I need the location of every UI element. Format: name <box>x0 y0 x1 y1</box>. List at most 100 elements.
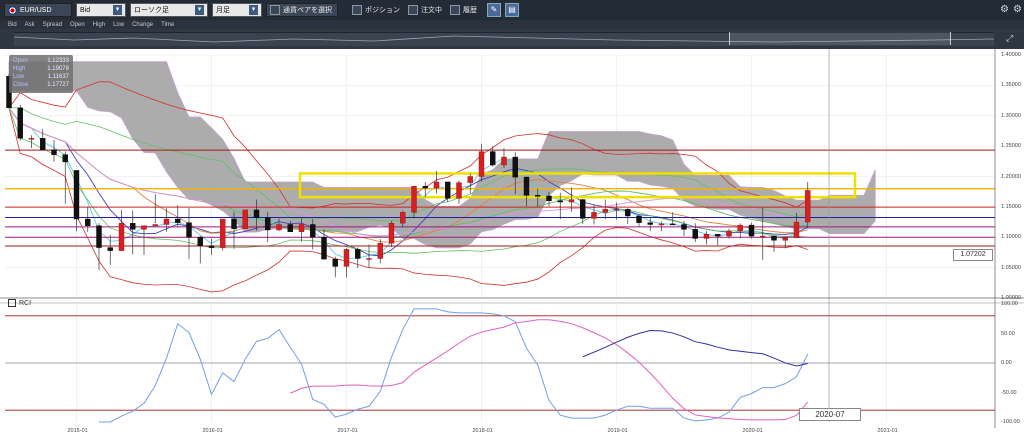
candle-body <box>501 156 507 166</box>
candle-body <box>130 223 136 230</box>
rci-panel-label: RCI <box>8 299 31 307</box>
candle-body <box>253 209 260 219</box>
candle-body <box>568 199 575 203</box>
candle-body <box>422 186 428 189</box>
candle-body <box>737 224 743 232</box>
time-tick-label: 2019-01 <box>607 428 628 434</box>
candle-body <box>580 199 586 219</box>
time-tick-label: 2016-01 <box>202 428 223 434</box>
legend-time: Time <box>161 21 175 28</box>
rci-toggle-icon[interactable] <box>8 299 16 307</box>
legend-high: High <box>92 21 106 28</box>
rci-label-text: RCI <box>19 299 32 307</box>
legend-open: Open <box>70 21 85 28</box>
candle-body <box>265 217 271 231</box>
position-toggle[interactable]: ポジション <box>352 3 400 17</box>
candle-body <box>355 249 361 259</box>
legend-change: Change <box>132 21 154 28</box>
candle-body <box>445 181 451 199</box>
close-label: Close <box>13 82 29 88</box>
candle-body <box>625 209 631 217</box>
candle-body <box>118 223 125 251</box>
candle-body <box>647 222 653 225</box>
candle-body <box>208 245 215 248</box>
navigator-strip[interactable]: ⤢ <box>0 29 1024 49</box>
chevron-down-icon: ▾ <box>249 5 258 15</box>
price-tick-label: 1.10000 <box>1001 234 1021 241</box>
price-tick-label: 1.15000 <box>1001 203 1021 210</box>
candle-body <box>343 249 350 267</box>
price-legend-bar: Bid Ask Spread Open High Low Change Time <box>0 20 1024 29</box>
candle-body <box>782 237 788 241</box>
candle-body <box>152 224 158 226</box>
period-select[interactable]: 月足 ▾ <box>212 3 262 17</box>
orders-toggle[interactable]: 注文中 <box>408 3 442 17</box>
select-pair-label: 通貨ペアを選択 <box>283 7 332 14</box>
candle-body <box>546 195 552 202</box>
low-label: Low <box>13 74 25 80</box>
candle-body <box>512 156 518 178</box>
price-tick-label: 1.30000 <box>1001 112 1021 119</box>
time-tick-label: 2018-01 <box>472 428 493 434</box>
main-chart[interactable] <box>0 49 1024 436</box>
candle-body <box>96 225 102 248</box>
orders-checkbox[interactable] <box>408 5 418 15</box>
drawing-tools-icon[interactable]: ✎ <box>487 3 501 17</box>
price-tick-label: 1.20000 <box>1001 173 1021 180</box>
chevron-down-icon: ▾ <box>113 5 122 15</box>
candle-body <box>231 218 237 229</box>
chart-type-select[interactable]: ローソク足 ▾ <box>130 3 208 17</box>
candle-body <box>276 224 282 231</box>
high-label: High <box>13 66 26 72</box>
candle-body <box>636 215 642 223</box>
period-value: 月足 <box>216 7 230 14</box>
candle-body <box>726 230 732 237</box>
candle-body <box>771 235 777 241</box>
price-type-select[interactable]: Bid ▾ <box>76 3 126 17</box>
select-pair-checkbox[interactable] <box>270 5 280 15</box>
open-value: 1.12333 <box>47 58 69 64</box>
candle-body <box>17 107 23 139</box>
candle-body <box>28 138 35 140</box>
candle-body <box>490 151 496 166</box>
price-tick-label: 1.05000 <box>1001 264 1021 271</box>
price-tick-label: 1.25000 <box>1001 143 1021 150</box>
indicator-settings-icon[interactable]: ▤ <box>505 3 519 17</box>
position-label: ポジション <box>365 7 400 14</box>
pair-selector[interactable]: EUR/USD <box>4 3 72 17</box>
candle-body <box>433 181 440 189</box>
history-checkbox[interactable] <box>450 5 460 15</box>
time-tick-label: 2015-01 <box>67 428 88 434</box>
history-toggle[interactable]: 履歴 <box>450 3 477 17</box>
legend-bid: Bid <box>8 21 17 28</box>
candle-body <box>298 224 305 232</box>
top-toolbar: EUR/USD Bid ▾ ローソク足 ▾ 月足 ▾ 通貨ペアを選択 ポジション 注文… <box>0 0 1024 20</box>
candle-body <box>310 224 316 238</box>
chevron-down-icon: ▾ <box>195 5 204 15</box>
candle-body <box>793 221 800 239</box>
candle-body <box>40 138 46 150</box>
position-checkbox[interactable] <box>352 5 362 15</box>
candle-body <box>62 154 68 163</box>
candle-body <box>377 243 383 259</box>
candle-body <box>715 234 721 237</box>
pair-label: EUR/USD <box>20 6 52 14</box>
gear-icon[interactable]: ⚙ <box>1000 4 1009 15</box>
candle-body <box>535 195 541 197</box>
candle-body <box>107 247 113 251</box>
candle-body <box>163 218 170 225</box>
gear-icon[interactable]: ⚙ <box>1013 4 1022 15</box>
candle-body <box>456 182 462 199</box>
select-pair-button[interactable]: 通貨ペアを選択 <box>266 3 338 17</box>
rci-tick-label: 50.00 <box>1001 330 1015 337</box>
candle-body <box>805 190 811 223</box>
navigator-selection-handle[interactable] <box>729 32 951 45</box>
candle-body <box>760 235 766 238</box>
candle-body <box>478 151 485 177</box>
time-tick-label: 2017-01 <box>337 428 358 434</box>
candle-body <box>692 229 698 239</box>
candle-body <box>748 224 755 237</box>
orders-label: 注文中 <box>421 7 442 14</box>
candle-body <box>523 176 530 196</box>
expand-icon[interactable]: ⤢ <box>1006 33 1013 44</box>
